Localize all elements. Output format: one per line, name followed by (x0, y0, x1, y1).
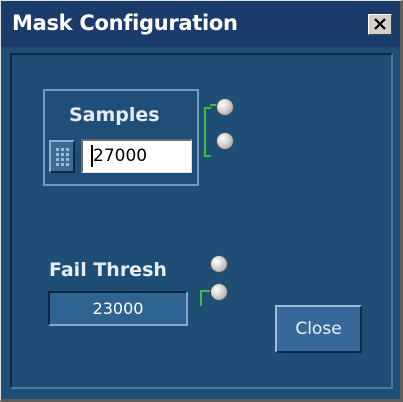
fail-thresh-label: Fail Thresh (49, 259, 167, 281)
fail-thresh-value: 23000 (92, 299, 144, 318)
fail-thresh-display[interactable]: 23000 (48, 291, 188, 326)
samples-radio-top[interactable] (216, 98, 234, 116)
window-title: Mask Configuration (12, 11, 238, 35)
fail-thresh-radio-top[interactable] (210, 255, 228, 273)
keypad-button[interactable] (49, 140, 75, 173)
close-button[interactable]: Close (275, 305, 362, 353)
samples-value: 27000 (93, 146, 148, 166)
samples-input[interactable]: 27000 (81, 139, 192, 173)
samples-radio-bottom[interactable] (216, 132, 234, 150)
title-bar: Mask Configuration (1, 1, 400, 47)
close-x-icon (374, 18, 386, 30)
close-button-label: Close (295, 319, 342, 339)
title-close-button[interactable] (368, 14, 392, 35)
fail-thresh-radio-bottom[interactable] (210, 283, 228, 301)
text-caret (91, 145, 93, 167)
mask-configuration-dialog: Mask Configuration Samples 27000 Fail Th… (0, 0, 403, 402)
samples-label: Samples (69, 104, 160, 126)
keypad-icon (56, 148, 69, 166)
fail-thresh-bracket (200, 290, 207, 306)
fail-thresh-bracket-tick (200, 290, 210, 292)
samples-bracket (204, 107, 211, 157)
